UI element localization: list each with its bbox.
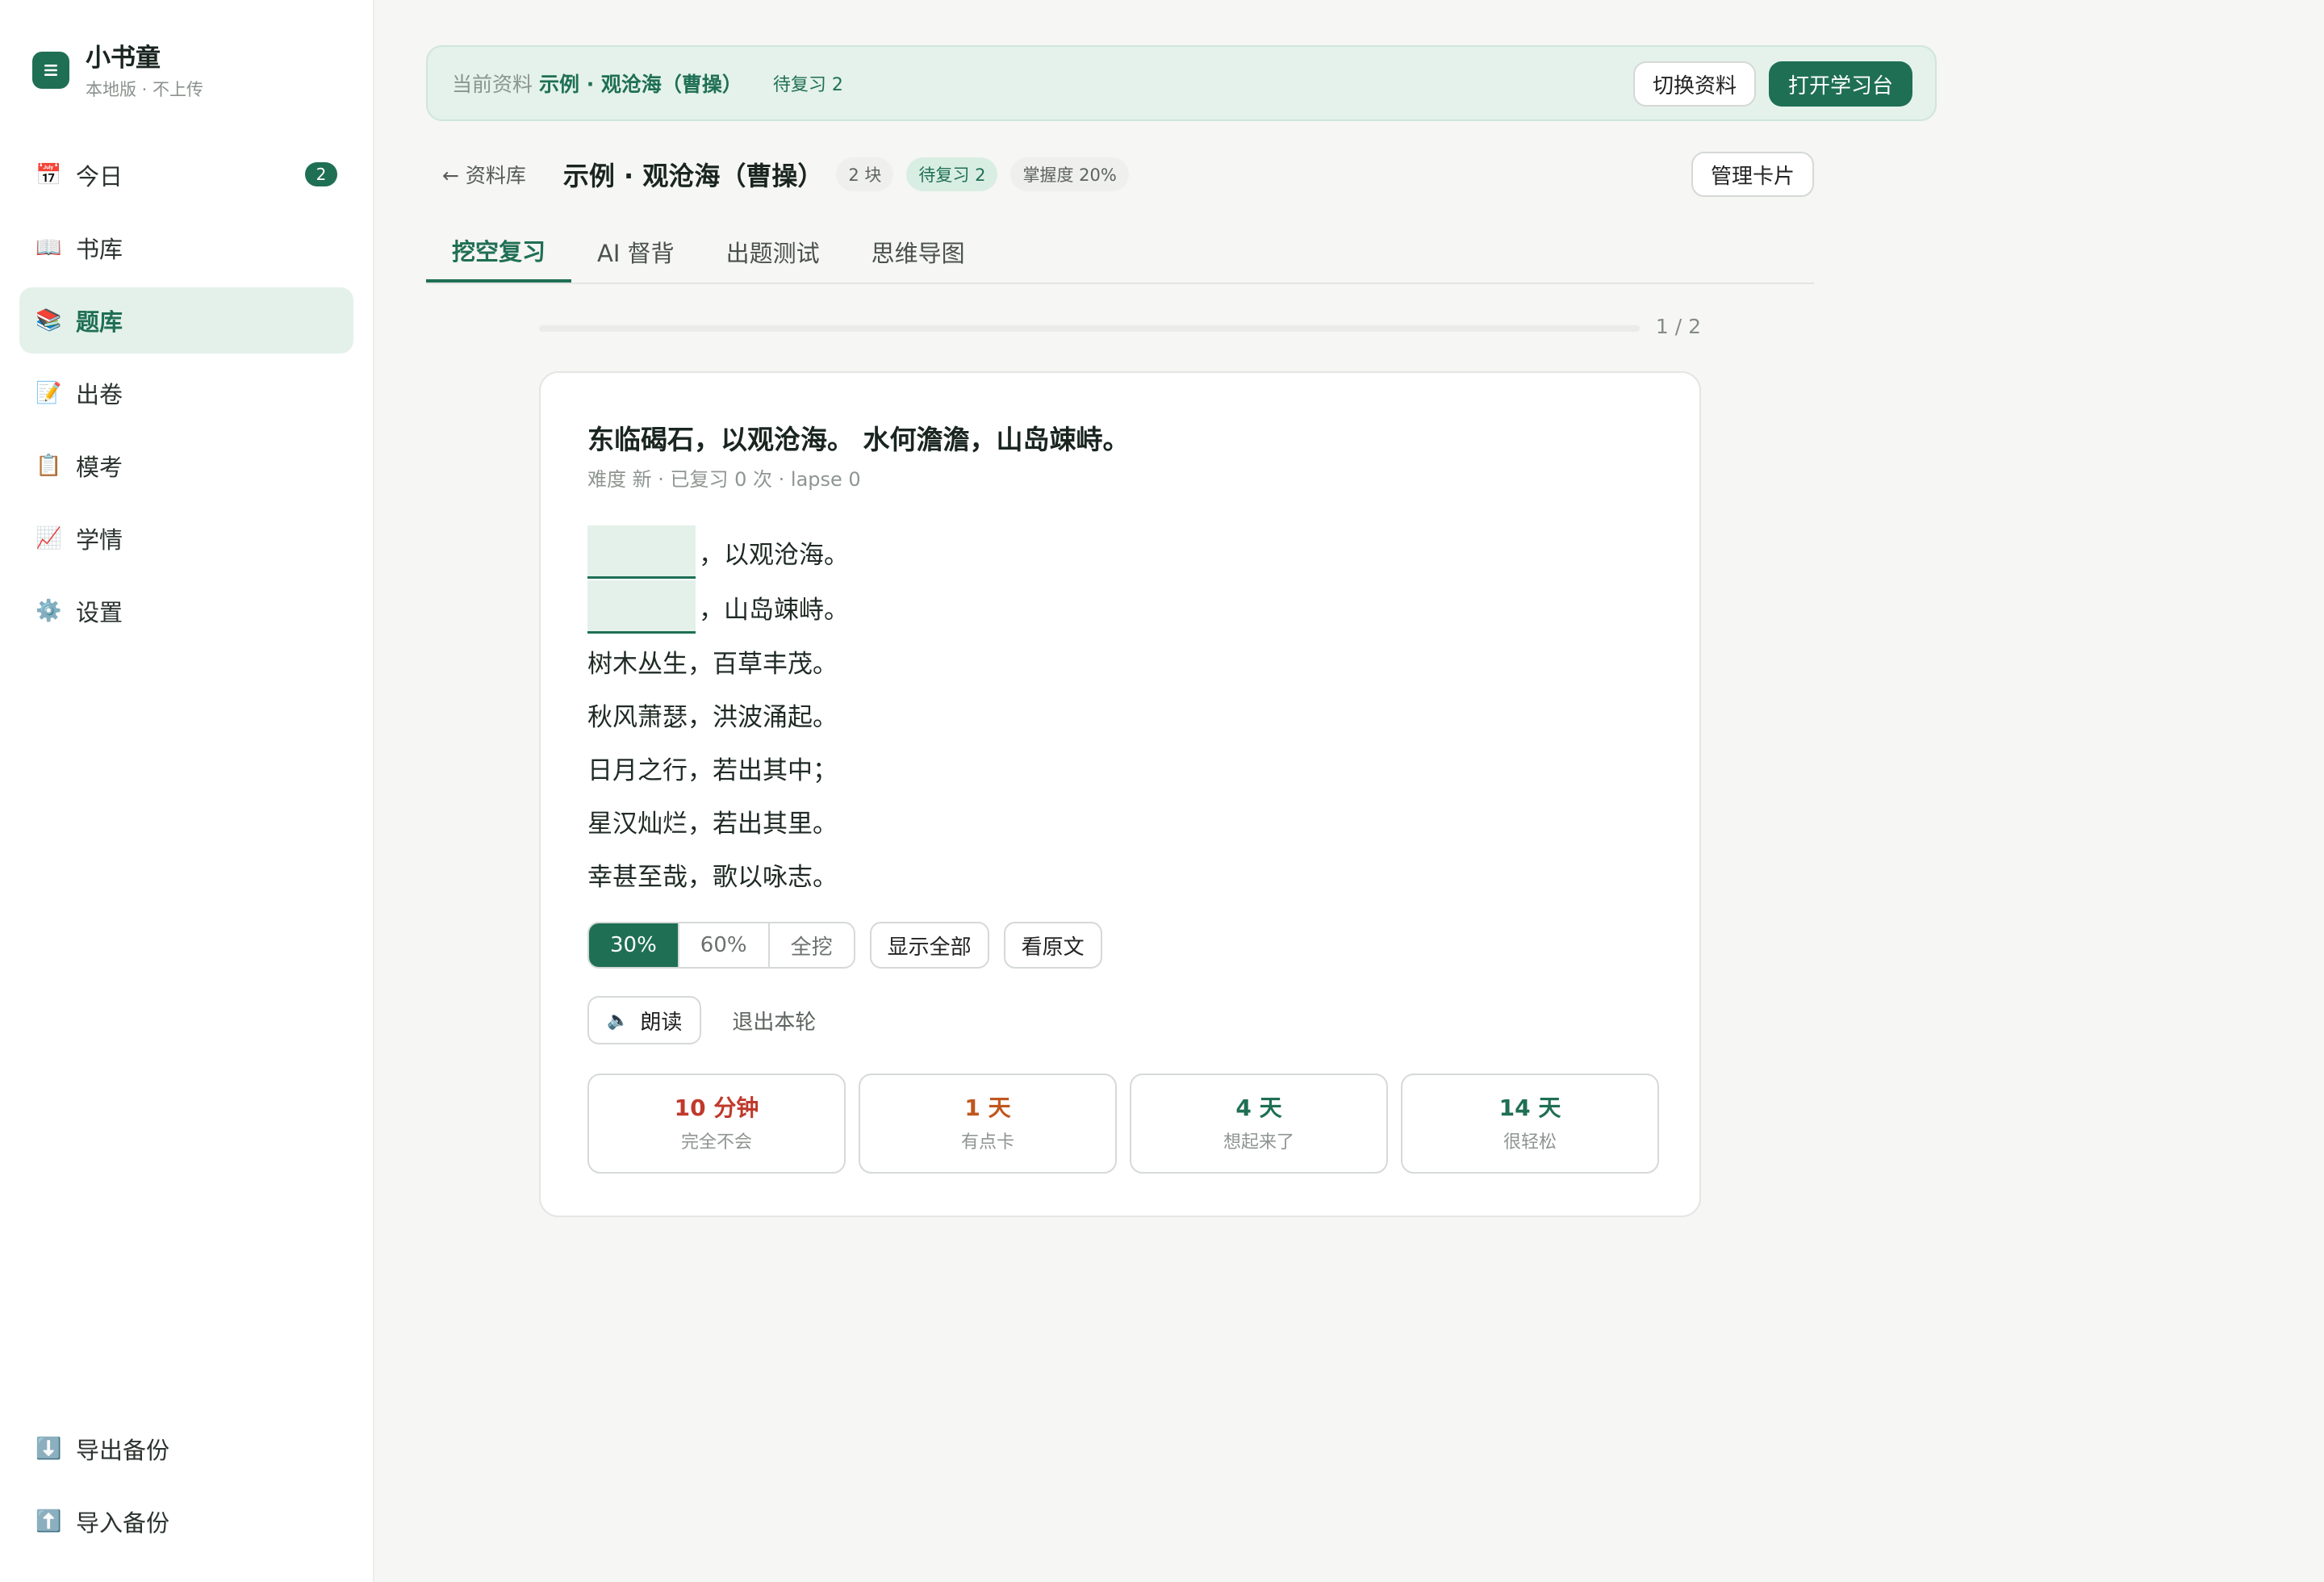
chart-icon: 📈 [36,526,62,550]
rating-interval: 1 天 [964,1094,1011,1121]
tab-cloze-review[interactable]: 挖空复习 [426,221,572,282]
rating-again-button[interactable]: 10 分钟 完全不会 [587,1074,846,1174]
show-all-button[interactable]: 显示全部 [869,922,989,969]
brand: 小书童 本地版 · 不上传 [32,42,203,100]
poem-line: 星汉灿烂，若出其里。 [587,809,838,839]
sidebar: 小书童 本地版 · 不上传 📅 今日 2 📖 书库 📚 题库 📝 出卷 📋 模考… [0,0,374,1582]
banner-pending-count: 待复习 2 [772,75,843,95]
view-original-button[interactable]: 看原文 [1003,922,1102,969]
pending-review-badge: 待复习 2 [906,157,998,191]
import-backup-button[interactable]: ⬆️ 导入备份 [19,1488,353,1555]
switch-material-button[interactable]: 切换资料 [1632,61,1756,107]
sidebar-item-library[interactable]: 📖 书库 [19,215,353,281]
page-header: ← 资料库 示例 · 观沧海（曹操） 2 块 待复习 2 掌握度 20% 管理卡… [426,150,1814,199]
read-aloud-button[interactable]: 🔈 朗读 [587,996,702,1044]
sidebar-nav: 📅 今日 2 📖 书库 📚 题库 📝 出卷 📋 模考 📈 学情 ⚙️ 设置 [19,142,353,651]
sidebar-item-label: 学情 [76,526,123,554]
rating-easy-button[interactable]: 14 天 很轻松 [1401,1074,1659,1174]
gear-icon: ⚙️ [36,599,62,623]
books-icon: 📚 [36,308,62,333]
ratio-30-button[interactable]: 30% [589,923,679,967]
blocks-count-badge: 2 块 [836,157,894,191]
upload-icon: ⬆️ [36,1509,62,1534]
sidebar-item-today[interactable]: 📅 今日 2 [19,142,353,208]
review-card: 东临碣石，以观沧海。 水何澹澹，山岛竦峙。 难度 新 · 已复习 0 次 · l… [539,371,1701,1217]
cloze-controls: 30% 60% 全挖 显示全部 看原文 [587,922,1102,969]
poem-line: 日月之行，若出其中； [587,755,838,785]
rating-label: 想起来了 [1223,1132,1294,1153]
rating-label: 完全不会 [680,1132,752,1153]
rating-good-button[interactable]: 4 天 想起来了 [1130,1074,1388,1174]
rating-interval: 4 天 [1235,1094,1282,1121]
tab-bar: 挖空复习 AI 督背 出题测试 思维导图 [426,221,1814,284]
exit-round-link[interactable]: 退出本轮 [732,1006,816,1036]
book-icon: 📖 [36,236,62,260]
clipboard-icon: 📋 [36,454,62,478]
rating-hard-button[interactable]: 1 天 有点卡 [859,1074,1117,1174]
mastery-badge: 掌握度 20% [1010,157,1129,191]
read-aloud-label: 朗读 [640,1010,683,1035]
manage-cards-button[interactable]: 管理卡片 [1691,152,1814,197]
import-backup-label: 导入备份 [76,1509,170,1537]
app-subtitle: 本地版 · 不上传 [86,80,204,99]
review-progress: 1 / 2 [539,312,1701,344]
app-logo-icon [32,52,69,89]
poem-lines: ，以观沧海。 ，山岛竦峙。 树木丛生，百草丰茂。 秋风萧瑟，洪波涌起。 日月之行… [587,525,849,901]
poem-line-text: ，以观沧海。 [699,540,849,570]
sidebar-item-make-paper[interactable]: 📝 出卷 [19,360,353,426]
sidebar-item-label: 出卷 [76,381,123,408]
poem-line: ，以观沧海。 [587,525,849,580]
ratio-all-button[interactable]: 全挖 [770,923,854,967]
app-name: 小书童 [86,44,161,73]
sidebar-item-label: 模考 [76,454,123,481]
rating-label: 有点卡 [960,1132,1014,1153]
tab-quiz[interactable]: 出题测试 [700,221,846,282]
poem-line: 秋风萧瑟，洪波涌起。 [587,702,838,732]
ratio-60-button[interactable]: 60% [679,923,770,967]
card-actions: 🔈 朗读 退出本轮 [587,996,816,1044]
poem-line-text: ，山岛竦峙。 [699,595,849,625]
sidebar-item-question-bank[interactable]: 📚 题库 [19,287,353,354]
sidebar-item-label: 设置 [76,599,123,626]
back-to-library-link[interactable]: ← 资料库 [442,160,526,189]
sidebar-item-analytics[interactable]: 📈 学情 [19,505,353,571]
banner-material-title: 示例 · 观沧海（曹操） [539,73,742,96]
memo-icon: 📝 [36,381,62,405]
rating-buttons: 10 分钟 完全不会 1 天 有点卡 4 天 想起来了 14 天 很轻松 [587,1074,1659,1174]
count-badge: 2 [305,162,337,186]
tab-mind-map[interactable]: 思维导图 [846,221,991,282]
cloze-blank[interactable] [587,525,696,579]
progress-track [539,325,1640,332]
progress-text: 1 / 2 [1655,315,1701,338]
cloze-blank[interactable] [587,580,696,634]
poem-line: 幸甚至哉，歌以咏志。 [587,862,838,892]
poem-line: ，山岛竦峙。 [587,580,849,634]
current-material-banner: 当前资料 示例 · 观沧海（曹操） 待复习 2 切换资料 打开学习台 [426,45,1937,121]
sidebar-item-settings[interactable]: ⚙️ 设置 [19,578,353,644]
rating-interval: 14 天 [1498,1094,1561,1121]
rating-label: 很轻松 [1503,1132,1557,1153]
page-title: 示例 · 观沧海（曹操） [562,161,824,191]
calendar-icon: 📅 [36,163,62,187]
open-study-desk-button[interactable]: 打开学习台 [1768,61,1912,107]
banner-label: 当前资料 [452,73,533,96]
poem-line: 树木丛生，百草丰茂。 [587,649,838,679]
download-icon: ⬇️ [36,1437,62,1461]
sidebar-item-label: 今日 [76,163,123,190]
export-backup-label: 导出备份 [76,1437,170,1464]
sidebar-item-label: 题库 [76,308,123,336]
card-meta: 难度 新 · 已复习 0 次 · lapse 0 [587,468,861,491]
sidebar-bottom: ⬇️ 导出备份 ⬆️ 导入备份 [19,1416,353,1561]
sidebar-item-label: 书库 [76,236,123,263]
tab-ai-recite[interactable]: AI 督背 [571,221,700,282]
export-backup-button[interactable]: ⬇️ 导出备份 [19,1416,353,1482]
card-title: 东临碣石，以观沧海。 水何澹澹，山岛竦峙。 [587,424,1130,455]
sidebar-item-mock-exam[interactable]: 📋 模考 [19,433,353,499]
cloze-ratio-toggle: 30% 60% 全挖 [587,922,855,969]
rating-interval: 10 分钟 [674,1094,759,1121]
speaker-icon: 🔈 [607,1010,629,1031]
